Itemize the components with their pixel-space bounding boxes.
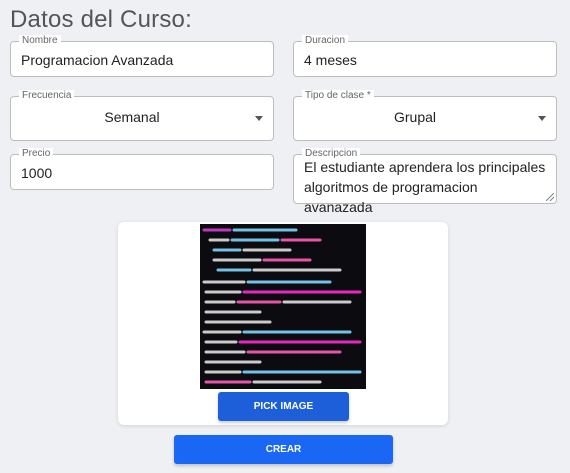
crear-button[interactable]: CREAR (174, 435, 393, 464)
chevron-down-icon[interactable] (538, 116, 546, 121)
frecuencia-label: Frecuencia (19, 90, 75, 102)
frecuencia-value: Semanal (104, 109, 160, 125)
image-card: PICK IMAGE (118, 222, 448, 425)
resize-handle[interactable] (546, 193, 554, 201)
nombre-field[interactable]: Nombre Programacion Avanzada (10, 35, 274, 77)
precio-input[interactable]: 1000 (21, 163, 263, 183)
nombre-label: Nombre (19, 35, 61, 47)
nombre-input[interactable]: Programacion Avanzada (21, 50, 263, 70)
pick-image-button[interactable]: PICK IMAGE (218, 392, 349, 421)
tipo-clase-value: Grupal (393, 109, 437, 125)
chevron-down-icon[interactable] (255, 116, 263, 121)
frecuencia-select[interactable]: Frecuencia Semanal (10, 90, 274, 141)
page-title: Datos del Curso: (10, 6, 192, 33)
descripcion-input[interactable]: El estudiante aprendera los principales … (304, 157, 546, 217)
precio-label: Precio (19, 148, 54, 160)
descripcion-field[interactable]: Descripcion El estudiante aprendera los … (293, 148, 557, 215)
duracion-label: Duracion (302, 35, 349, 47)
tipo-clase-select[interactable]: Tipo de clase * Grupal (293, 90, 557, 141)
duracion-input[interactable]: 4 meses (304, 50, 546, 70)
precio-field[interactable]: Precio 1000 (10, 148, 274, 190)
duracion-field[interactable]: Duracion 4 meses (293, 35, 557, 77)
code-image-art (200, 224, 366, 389)
code-image (200, 224, 366, 389)
tipo-clase-label: Tipo de clase * (302, 90, 374, 102)
